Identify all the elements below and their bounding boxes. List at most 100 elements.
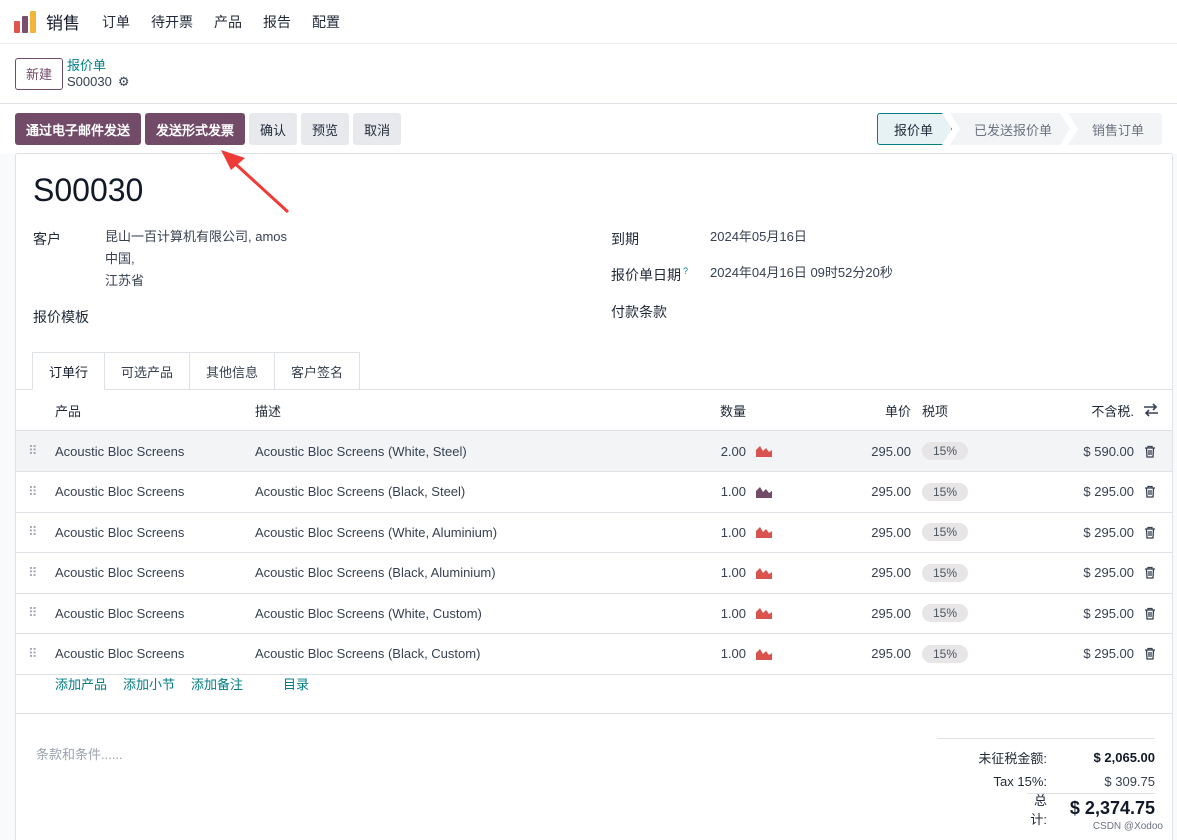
header-product[interactable]: 产品 bbox=[55, 390, 81, 430]
row-quantity[interactable]: 1.00 bbox=[721, 634, 746, 674]
help-icon[interactable]: ? bbox=[683, 266, 688, 276]
add-section-link[interactable]: 添加小节 bbox=[123, 674, 175, 693]
new-button[interactable]: 新建 bbox=[15, 57, 64, 90]
confirm-button[interactable]: 确认 bbox=[249, 113, 298, 145]
tax-badge: 15% bbox=[922, 644, 969, 663]
add-note-link[interactable]: 添加备注 bbox=[191, 674, 243, 693]
row-quantity[interactable]: 1.00 bbox=[721, 593, 746, 633]
row-unit-price[interactable]: 295.00 bbox=[871, 553, 911, 593]
row-subtotal: $ 295.00 bbox=[1083, 484, 1134, 499]
row-unit-price[interactable]: 295.00 bbox=[871, 472, 911, 512]
row-description[interactable]: Acoustic Bloc Screens (Black, Custom) bbox=[255, 634, 480, 674]
row-quantity[interactable]: 2.00 bbox=[721, 431, 746, 471]
table-row[interactable]: ⠿ Acoustic Bloc Screens Acoustic Bloc Scre… bbox=[16, 472, 1172, 513]
expiration-field[interactable]: 2024年05月16日 bbox=[710, 226, 807, 248]
row-quantity[interactable]: 1.00 bbox=[721, 512, 746, 552]
preview-button[interactable]: 预览 bbox=[301, 113, 350, 145]
drag-handle-icon[interactable]: ⠿ bbox=[28, 593, 38, 633]
header-description[interactable]: 描述 bbox=[255, 390, 281, 430]
stage-quotation-sent[interactable]: 已发送报价单 bbox=[950, 113, 1070, 145]
row-description[interactable]: Acoustic Bloc Screens (Black, Aluminium) bbox=[255, 553, 496, 593]
tab-optional-products[interactable]: 可选产品 bbox=[105, 352, 191, 390]
row-product[interactable]: Acoustic Bloc Screens bbox=[55, 431, 184, 471]
send-proforma-invoice-button[interactable]: 发送形式发票 bbox=[145, 113, 246, 145]
gear-icon[interactable]: ⚙ bbox=[118, 74, 130, 90]
forecast-chart-icon[interactable] bbox=[756, 431, 772, 471]
terms-conditions-input[interactable]: 条款和条件...... bbox=[36, 744, 123, 763]
trash-icon[interactable] bbox=[1144, 472, 1156, 512]
forecast-chart-icon[interactable] bbox=[756, 512, 772, 552]
stage-quotation[interactable]: 报价单 bbox=[877, 113, 952, 145]
table-row[interactable]: ⠿ Acoustic Bloc Screens Acoustic Bloc Scre… bbox=[16, 512, 1172, 553]
total-label: 总计: bbox=[1030, 792, 1047, 827]
stage-sales-order[interactable]: 销售订单 bbox=[1067, 113, 1162, 145]
tax-badge: 15% bbox=[922, 523, 969, 541]
row-unit-price[interactable]: 295.00 bbox=[871, 634, 911, 674]
row-product[interactable]: Acoustic Bloc Screens bbox=[55, 472, 184, 512]
row-product[interactable]: Acoustic Bloc Screens bbox=[55, 512, 184, 552]
breadcrumb: 报价单 S00030 ⚙ bbox=[67, 58, 129, 90]
drag-handle-icon[interactable]: ⠿ bbox=[28, 553, 38, 593]
forecast-chart-icon[interactable] bbox=[756, 593, 772, 633]
order-name: S00030 bbox=[33, 172, 144, 208]
row-description[interactable]: Acoustic Bloc Screens (White, Aluminium) bbox=[255, 512, 497, 552]
menu-to-invoice[interactable]: 待开票 bbox=[151, 12, 193, 32]
app-name[interactable]: 销售 bbox=[46, 9, 80, 34]
total-value: $ 2,374.75 bbox=[1069, 798, 1155, 818]
trash-icon[interactable] bbox=[1144, 593, 1156, 633]
forecast-chart-icon[interactable] bbox=[756, 634, 772, 674]
row-description[interactable]: Acoustic Bloc Screens (Black, Steel) bbox=[255, 472, 465, 512]
column-settings-icon[interactable] bbox=[1143, 390, 1159, 430]
customer-field[interactable]: 昆山一百计算机有限公司, amos 中国, 江苏省 bbox=[105, 226, 287, 292]
send-by-email-button[interactable]: 通过电子邮件发送 bbox=[15, 113, 142, 145]
row-unit-price[interactable]: 295.00 bbox=[871, 593, 911, 633]
row-product[interactable]: Acoustic Bloc Screens bbox=[55, 634, 184, 674]
header-unit-price[interactable]: 单价 bbox=[885, 390, 911, 430]
row-description[interactable]: Acoustic Bloc Screens (White, Custom) bbox=[255, 593, 482, 633]
quotation-date-label: 报价单日期? bbox=[611, 266, 689, 283]
menu-products[interactable]: 产品 bbox=[214, 12, 242, 32]
untaxed-amount-value: $ 2,065.00 bbox=[1093, 749, 1155, 765]
drag-handle-icon[interactable]: ⠿ bbox=[28, 472, 38, 512]
cancel-button[interactable]: 取消 bbox=[353, 113, 402, 145]
add-product-link[interactable]: 添加产品 bbox=[55, 674, 107, 693]
trash-icon[interactable] bbox=[1144, 553, 1156, 593]
forecast-chart-icon[interactable] bbox=[756, 553, 772, 593]
menu-reporting[interactable]: 报告 bbox=[263, 12, 291, 32]
drag-handle-icon[interactable]: ⠿ bbox=[28, 512, 38, 552]
row-quantity[interactable]: 1.00 bbox=[721, 472, 746, 512]
row-description[interactable]: Acoustic Bloc Screens (White, Steel) bbox=[255, 431, 467, 471]
row-product[interactable]: Acoustic Bloc Screens bbox=[55, 593, 184, 633]
expiration-label: 到期 bbox=[611, 231, 639, 247]
trash-icon[interactable] bbox=[1144, 431, 1156, 471]
header-subtotal[interactable]: 不含税. bbox=[1091, 390, 1134, 430]
tab-other-info[interactable]: 其他信息 bbox=[190, 352, 276, 390]
row-unit-price[interactable]: 295.00 bbox=[871, 431, 911, 471]
tax-badge: 15% bbox=[922, 563, 969, 582]
row-product[interactable]: Acoustic Bloc Screens bbox=[55, 553, 184, 593]
trash-icon[interactable] bbox=[1144, 634, 1156, 674]
table-row[interactable]: ⠿ Acoustic Bloc Screens Acoustic Bloc Scre… bbox=[16, 553, 1172, 594]
breadcrumb-current: S00030 bbox=[67, 73, 112, 89]
sales-app-icon[interactable] bbox=[14, 10, 36, 33]
drag-handle-icon[interactable]: ⠿ bbox=[28, 634, 38, 674]
row-unit-price[interactable]: 295.00 bbox=[871, 512, 911, 552]
table-row[interactable]: ⠿ Acoustic Bloc Screens Acoustic Bloc Scre… bbox=[16, 431, 1172, 472]
trash-icon[interactable] bbox=[1144, 512, 1156, 552]
catalog-link[interactable]: 目录 bbox=[283, 674, 309, 693]
header-quantity[interactable]: 数量 bbox=[720, 390, 746, 430]
breadcrumb-parent[interactable]: 报价单 bbox=[67, 58, 129, 74]
header-taxes[interactable]: 税项 bbox=[922, 390, 948, 430]
quotation-date-field[interactable]: 2024年04月16日 09时52分20秒 bbox=[710, 262, 893, 284]
tab-order-lines[interactable]: 订单行 bbox=[32, 352, 106, 390]
table-row[interactable]: ⠿ Acoustic Bloc Screens Acoustic Bloc Scre… bbox=[16, 634, 1172, 675]
stage-pipeline: 报价单 已发送报价单 销售订单 bbox=[879, 113, 1162, 145]
forecast-chart-icon[interactable] bbox=[756, 472, 772, 512]
tab-customer-signature[interactable]: 客户签名 bbox=[275, 352, 361, 390]
table-row[interactable]: ⠿ Acoustic Bloc Screens Acoustic Bloc Scre… bbox=[16, 593, 1172, 634]
row-quantity[interactable]: 1.00 bbox=[721, 553, 746, 593]
drag-handle-icon[interactable]: ⠿ bbox=[28, 431, 38, 471]
status-bar: 通过电子邮件发送 发送形式发票 确认 预览 取消 报价单 已发送报价单 销售订单 bbox=[0, 104, 1177, 154]
menu-configuration[interactable]: 配置 bbox=[312, 12, 340, 32]
menu-orders[interactable]: 订单 bbox=[102, 12, 130, 32]
